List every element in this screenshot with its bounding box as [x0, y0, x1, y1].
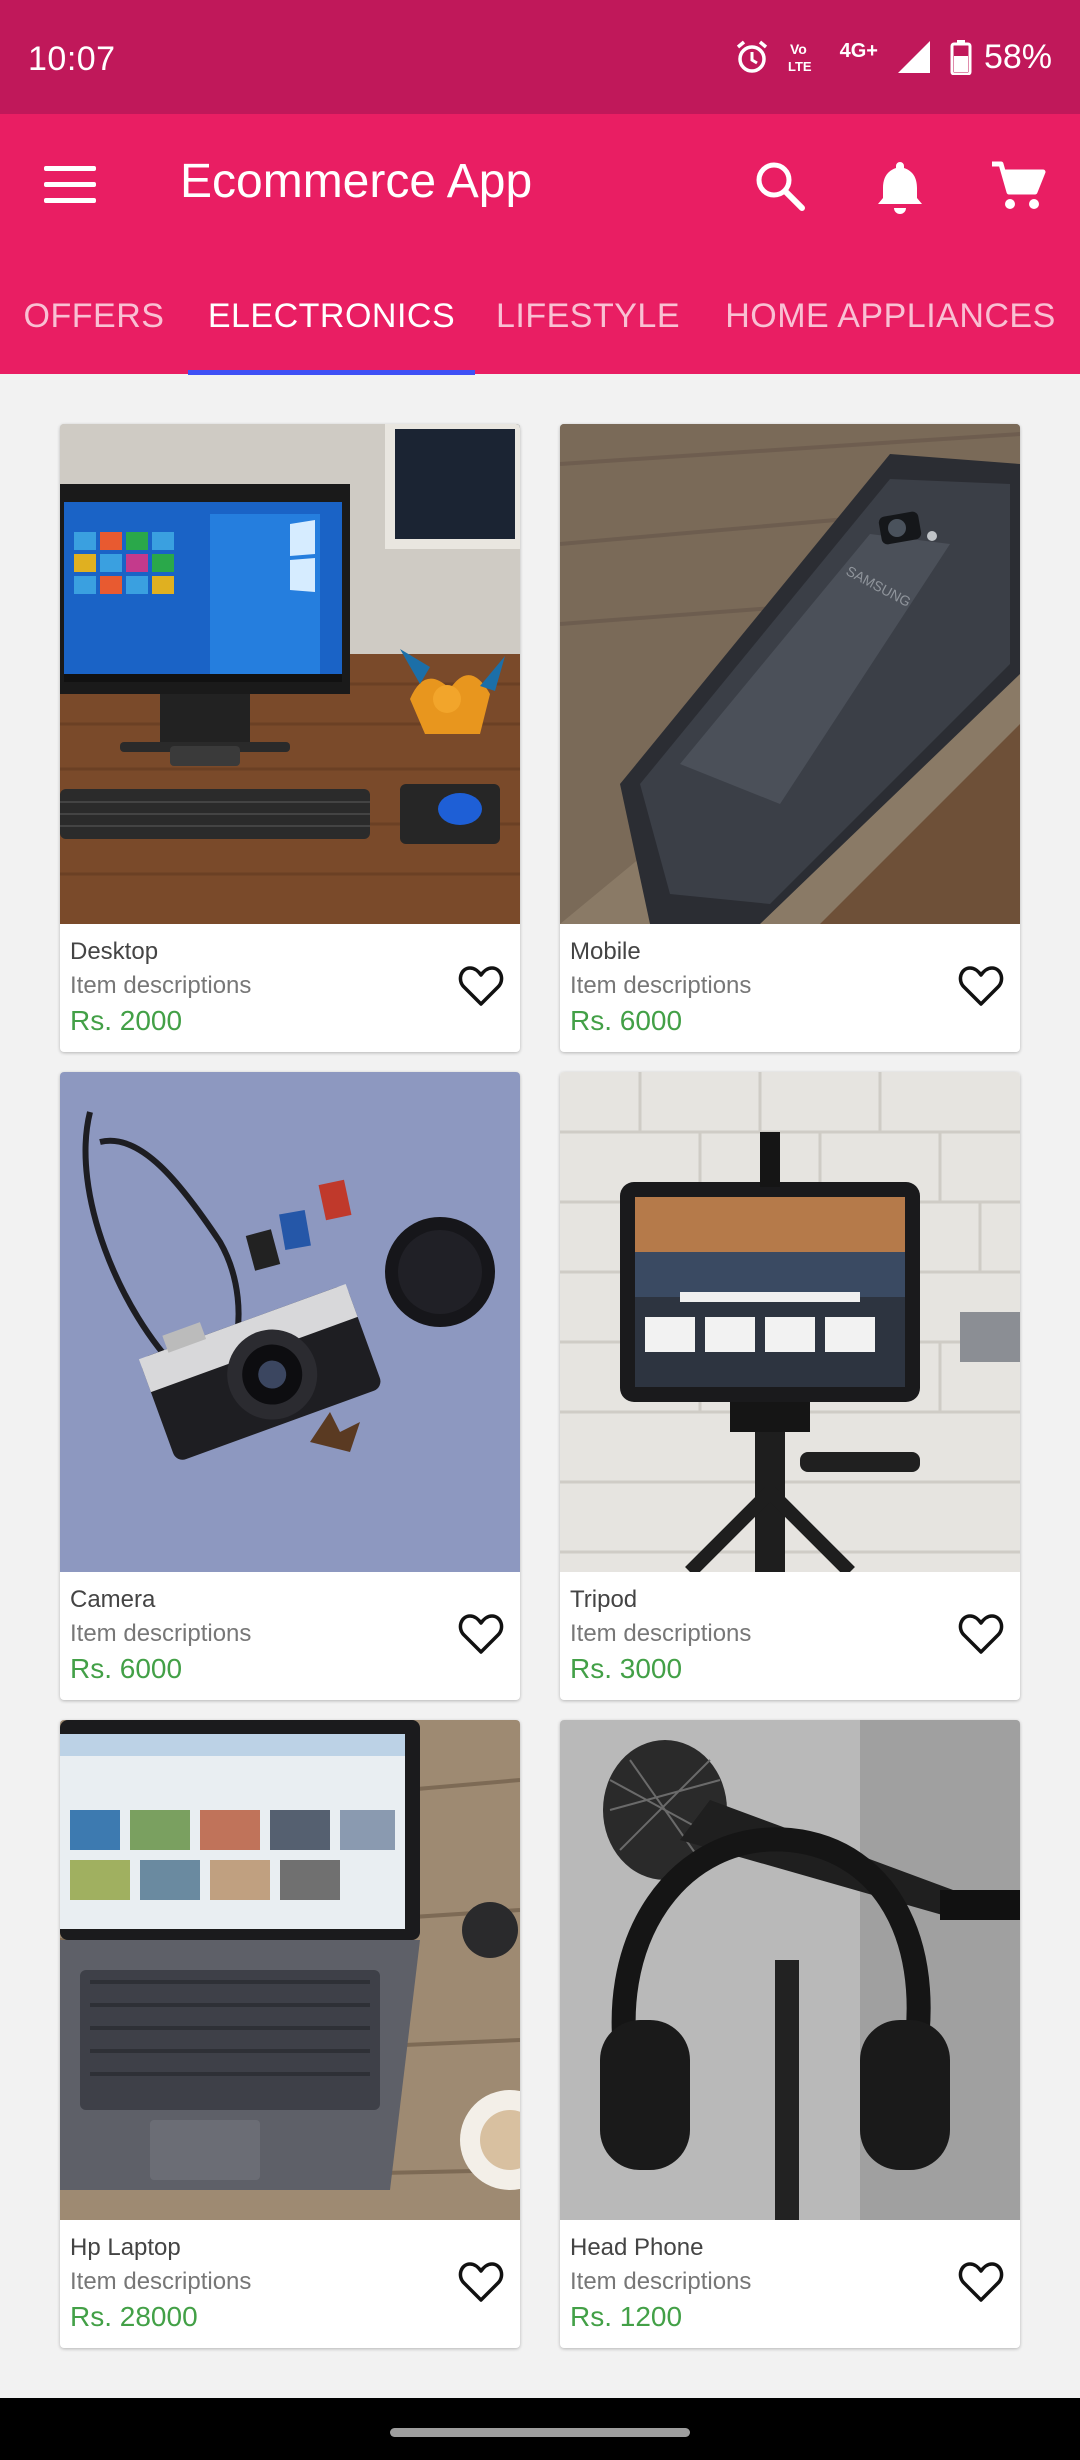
heart-icon[interactable]	[958, 1612, 1004, 1656]
home-gesture-handle[interactable]	[390, 2428, 690, 2437]
signal-icon	[897, 41, 930, 73]
product-card-desktop[interactable]: Desktop Item descriptions Rs. 2000	[60, 424, 520, 1052]
product-price: Rs. 3000	[570, 1653, 683, 1684]
product-description: Item descriptions	[570, 1620, 752, 1647]
product-name: Head Phone	[570, 2234, 704, 2261]
app-title: Ecommerce App	[180, 155, 533, 208]
product-description: Item descriptions	[70, 1620, 252, 1647]
battery-icon	[950, 40, 972, 75]
heart-icon[interactable]	[958, 2260, 1004, 2304]
product-price: Rs. 28000	[70, 2301, 198, 2332]
product-card-camera[interactable]: Camera Item descriptions Rs. 6000	[60, 1072, 520, 1700]
svg-text:Vo: Vo	[790, 41, 807, 57]
product-name: Camera	[70, 1586, 156, 1613]
heart-icon[interactable]	[458, 964, 504, 1008]
product-card-hp-laptop[interactable]: Hp Laptop Item descriptions Rs. 28000	[60, 1720, 520, 2348]
status-icons: Vo LTE 4G+ 58%	[734, 38, 1052, 77]
category-tabs: OFFERS ELECTRONICS LIFESTYLE HOME APPLIA…	[0, 259, 1080, 374]
volte-icon: Vo LTE	[788, 41, 812, 74]
tab-electronics[interactable]: ELECTRONICS	[188, 259, 475, 374]
battery-percent: 58%	[983, 37, 1052, 76]
product-image-camera	[60, 1072, 520, 1572]
product-name: Hp Laptop	[70, 2234, 181, 2261]
heart-icon[interactable]	[958, 964, 1004, 1008]
product-price: Rs. 6000	[570, 1005, 683, 1036]
toolbar: Ecommerce App	[0, 114, 1080, 259]
product-image-head-phone	[560, 1720, 1020, 2220]
product-price: Rs. 6000	[70, 1653, 183, 1684]
svg-text:LTE: LTE	[788, 59, 812, 74]
status-time: 10:07	[28, 39, 116, 78]
product-card-head-phone[interactable]: Head Phone Item descriptions Rs. 1200	[560, 1720, 1020, 2348]
product-image-tripod	[560, 1072, 1020, 1572]
network-type: 4G+	[839, 39, 878, 62]
product-price: Rs. 1200	[570, 2301, 683, 2332]
product-card-mobile[interactable]: SAMSUNG Mobile Item descriptions Rs. 600…	[560, 424, 1020, 1052]
product-description: Item descriptions	[70, 972, 252, 999]
heart-icon[interactable]	[458, 1612, 504, 1656]
status-bar: 10:07 Vo LTE 4G+ 58%	[0, 0, 1080, 114]
tab-offers[interactable]: OFFERS	[0, 259, 188, 374]
product-description: Item descriptions	[570, 2268, 752, 2295]
product-description: Item descriptions	[570, 972, 752, 999]
tab-indicator	[188, 370, 475, 375]
search-icon[interactable]	[750, 156, 810, 216]
app-bar: Ecommerce App OFFERS ELECTRONICS LIFESTY…	[0, 114, 1080, 375]
product-image-desktop	[60, 424, 520, 924]
product-name: Mobile	[570, 938, 641, 965]
heart-icon[interactable]	[458, 2260, 504, 2304]
bell-icon[interactable]	[870, 156, 930, 216]
cart-icon[interactable]	[988, 156, 1048, 216]
tab-lifestyle[interactable]: LIFESTYLE	[475, 259, 701, 374]
product-name: Tripod	[570, 1586, 638, 1613]
product-image-hp-laptop	[60, 1720, 520, 2220]
tab-home-appliances[interactable]: HOME APPLIANCES	[701, 259, 1080, 374]
product-name: Desktop	[70, 938, 159, 965]
product-description: Item descriptions	[70, 2268, 252, 2295]
menu-icon[interactable]	[44, 166, 96, 206]
product-image-mobile: SAMSUNG	[560, 424, 1020, 924]
product-price: Rs. 2000	[70, 1005, 183, 1036]
product-card-tripod[interactable]: Tripod Item descriptions Rs. 3000	[560, 1072, 1020, 1700]
alarm-icon	[736, 40, 767, 73]
